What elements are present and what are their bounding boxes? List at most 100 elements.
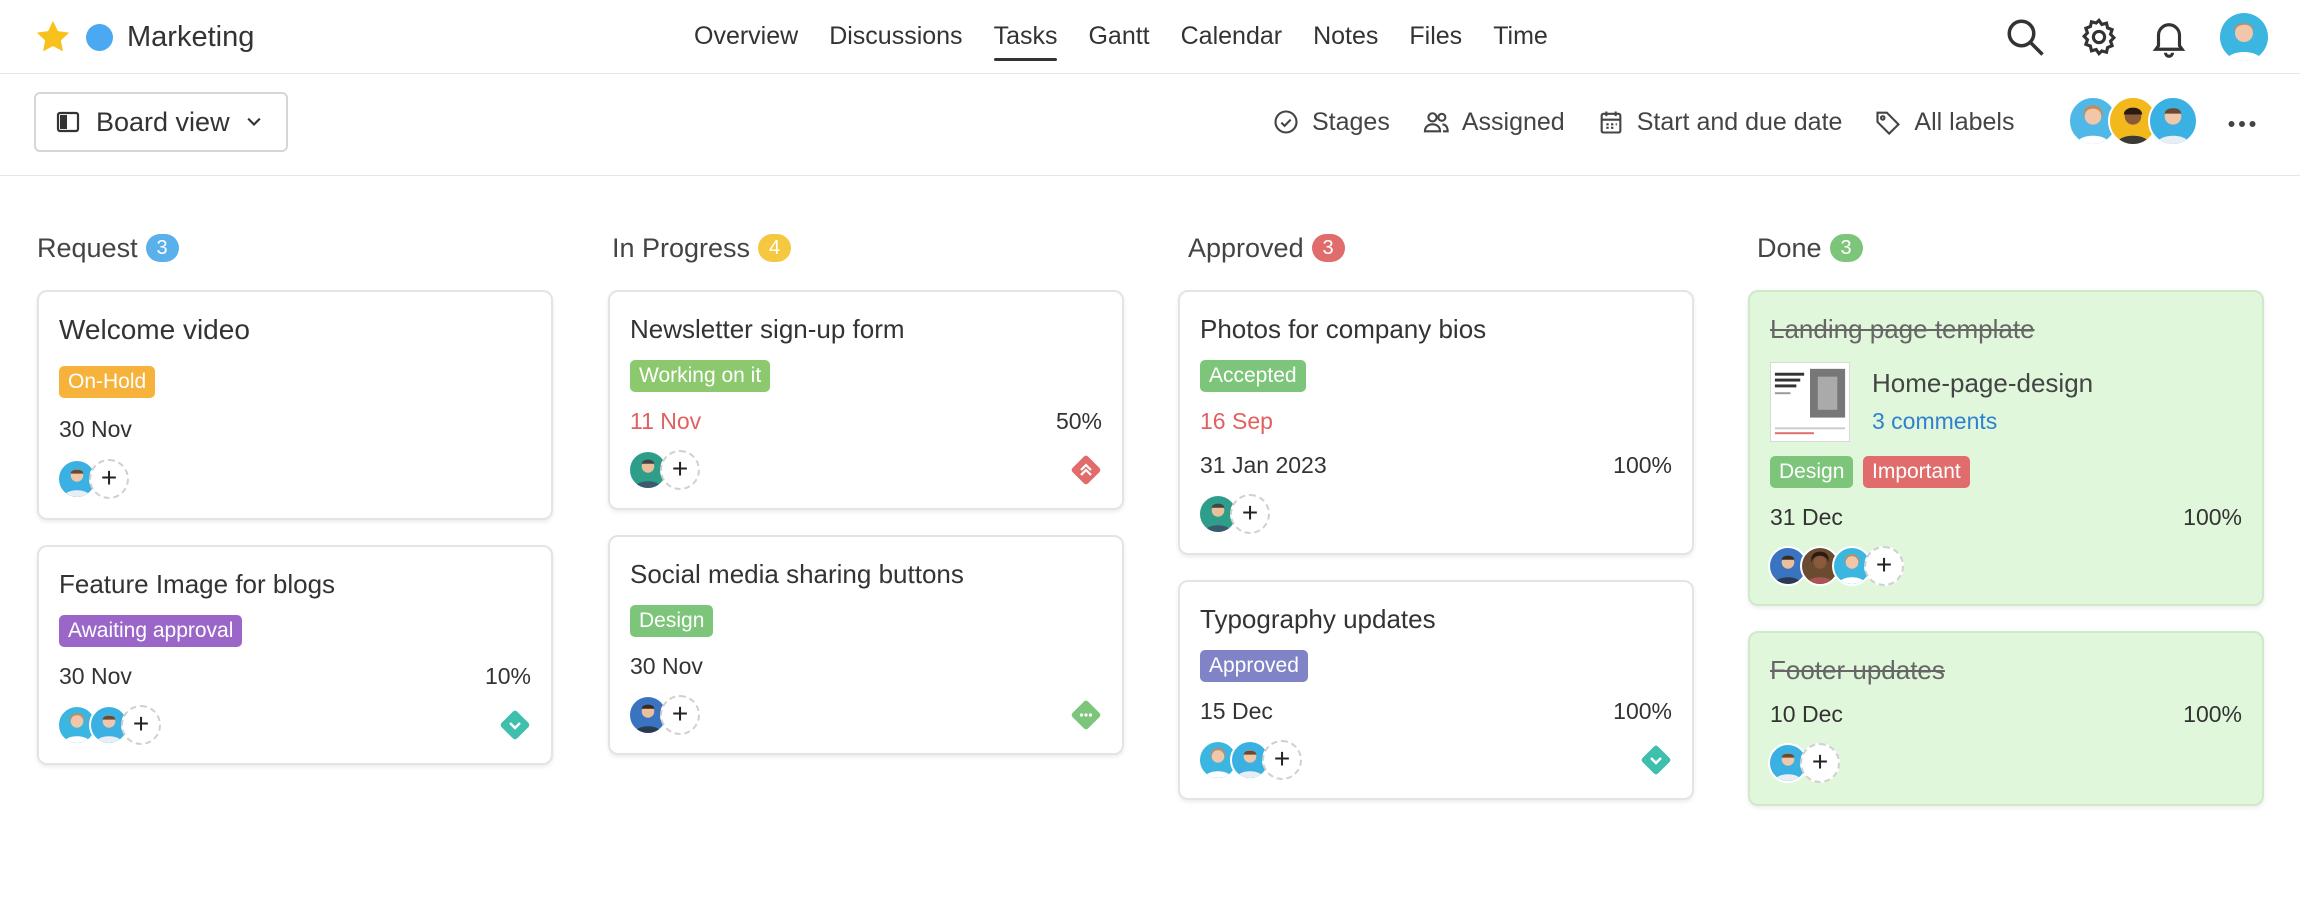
member-avatar	[2148, 96, 2198, 146]
tag-icon	[1876, 111, 1901, 136]
filter-assigned-label: Assigned	[1461, 107, 1565, 136]
attachment-name[interactable]: Home-page-design	[1872, 368, 2093, 399]
due-date: 31 Jan 2023	[1200, 452, 1327, 478]
add-assignee-button[interactable]: +	[1262, 740, 1302, 780]
task-card[interactable]: Photos for company bios Accepted 16 Sep …	[1178, 290, 1694, 555]
column-header: In Progress 4	[612, 225, 1128, 271]
column-header: Request 3	[37, 225, 553, 271]
tab-discussions[interactable]: Discussions	[829, 22, 962, 61]
task-title: Newsletter sign-up form	[630, 314, 905, 344]
start-date: 16 Sep	[1200, 408, 1273, 434]
progress-percent: 100%	[2183, 701, 2242, 727]
task-card[interactable]: Typography updates Approved 15 Dec 100% …	[1178, 580, 1694, 800]
column-title: Request	[37, 232, 138, 263]
assignees: +	[628, 450, 700, 492]
low-priority-icon	[1641, 745, 1671, 775]
column-approved: Approved 3	[1188, 225, 1704, 285]
task-card[interactable]: Footer updates 10 Dec 100% +	[1748, 631, 2264, 806]
add-assignee-button[interactable]: +	[660, 450, 700, 490]
task-card[interactable]: Feature Image for blogs Awaiting approva…	[37, 545, 553, 765]
add-assignee-button[interactable]: +	[1864, 546, 1904, 586]
progress-percent: 50%	[1055, 408, 1102, 434]
tab-overview[interactable]: Overview	[694, 22, 798, 61]
add-assignee-button[interactable]: +	[121, 705, 161, 745]
user-avatar[interactable]	[2220, 13, 2268, 61]
tab-files[interactable]: Files	[1409, 22, 1462, 61]
task-title: Social media sharing buttons	[630, 559, 964, 589]
task-title: Typography updates	[1200, 604, 1436, 634]
assignees: +	[1198, 740, 1302, 782]
tab-tasks[interactable]: Tasks	[993, 22, 1057, 61]
project-header: Marketing	[34, 18, 254, 56]
attachment-thumbnail[interactable]	[1770, 362, 1850, 442]
search-icon[interactable]	[2004, 16, 2046, 58]
task-title: Feature Image for blogs	[59, 569, 336, 599]
check-circle-icon	[1274, 110, 1298, 134]
column-done: Done 3	[1757, 225, 2273, 285]
status-label: On-Hold	[59, 366, 156, 398]
column-header: Done 3	[1757, 225, 2273, 271]
tab-notes[interactable]: Notes	[1313, 22, 1378, 61]
medium-priority-icon	[1071, 700, 1101, 730]
gear-icon[interactable]	[2078, 16, 2120, 58]
nav-tabs: Overview Discussions Tasks Gantt Calenda…	[694, 22, 1579, 61]
progress-percent: 10%	[484, 663, 531, 689]
task-title: Landing page template	[1770, 314, 2035, 344]
task-card[interactable]: Newsletter sign-up form Working on it 11…	[608, 290, 1124, 510]
star-icon[interactable]	[34, 18, 72, 56]
due-date: 10 Dec	[1770, 701, 1843, 727]
column-title: Approved	[1188, 232, 1304, 263]
column-title: Done	[1757, 232, 1822, 263]
chevron-down-icon	[246, 117, 261, 127]
task-card[interactable]: Landing page template Home-page-design 3…	[1748, 290, 2264, 606]
column-in-progress: In Progress 4	[612, 225, 1128, 285]
add-assignee-button[interactable]: +	[89, 459, 129, 499]
board-view-dropdown[interactable]: Board view	[34, 92, 288, 152]
column-count-badge: 3	[1311, 234, 1345, 262]
status-label: Approved	[1200, 650, 1308, 682]
filter-stages[interactable]: Stages	[1272, 108, 1390, 137]
due-date: 31 Dec	[1770, 504, 1843, 530]
add-assignee-button[interactable]: +	[660, 695, 700, 735]
progress-percent: 100%	[1613, 698, 1672, 724]
progress-percent: 100%	[2183, 504, 2242, 530]
column-count-badge: 3	[1829, 234, 1863, 262]
important-label: Important	[1863, 456, 1970, 488]
calendar-icon	[1600, 111, 1622, 134]
project-color-dot	[86, 23, 113, 51]
status-label: Accepted	[1200, 360, 1306, 392]
bell-icon[interactable]	[2148, 16, 2190, 58]
tab-time[interactable]: Time	[1493, 22, 1548, 61]
comments-link[interactable]: 3 comments	[1872, 408, 1997, 435]
board-icon	[56, 111, 80, 133]
task-title: Photos for company bios	[1200, 314, 1487, 344]
filter-labels[interactable]: All labels	[1874, 108, 2014, 137]
task-card[interactable]: Welcome video On-Hold 30 Nov +	[37, 290, 553, 520]
filter-dates-label: Start and due date	[1636, 107, 1843, 136]
column-header: Approved 3	[1188, 225, 1704, 271]
due-date: 30 Nov	[59, 416, 132, 442]
assignees: +	[1768, 546, 1904, 588]
board-toolbar: Board view Stages Assigned Start and due…	[0, 74, 2300, 176]
task-title: Welcome video	[59, 314, 250, 345]
task-title: Footer updates	[1770, 655, 1945, 685]
project-members[interactable]	[2068, 96, 2208, 148]
top-navigation: Marketing Overview Discussions Tasks Gan…	[0, 0, 2300, 74]
column-count-badge: 3	[145, 234, 179, 262]
tab-gantt[interactable]: Gantt	[1088, 22, 1149, 61]
more-options-icon[interactable]	[2224, 106, 2260, 142]
board-view-label: Board view	[96, 106, 230, 137]
add-assignee-button[interactable]: +	[1230, 494, 1270, 534]
progress-percent: 100%	[1613, 452, 1672, 478]
filter-labels-label: All labels	[1914, 107, 2015, 136]
add-assignee-button[interactable]: +	[1800, 743, 1840, 783]
filter-assigned[interactable]: Assigned	[1422, 108, 1565, 137]
high-priority-icon	[1071, 455, 1101, 485]
filter-stages-label: Stages	[1312, 107, 1390, 136]
assignees: +	[1768, 743, 1840, 785]
filter-dates[interactable]: Start and due date	[1597, 107, 1843, 137]
tab-calendar[interactable]: Calendar	[1181, 22, 1282, 61]
task-card[interactable]: Social media sharing buttons Design 30 N…	[608, 535, 1124, 755]
users-icon	[1423, 112, 1449, 133]
due-date: 30 Nov	[59, 663, 132, 689]
